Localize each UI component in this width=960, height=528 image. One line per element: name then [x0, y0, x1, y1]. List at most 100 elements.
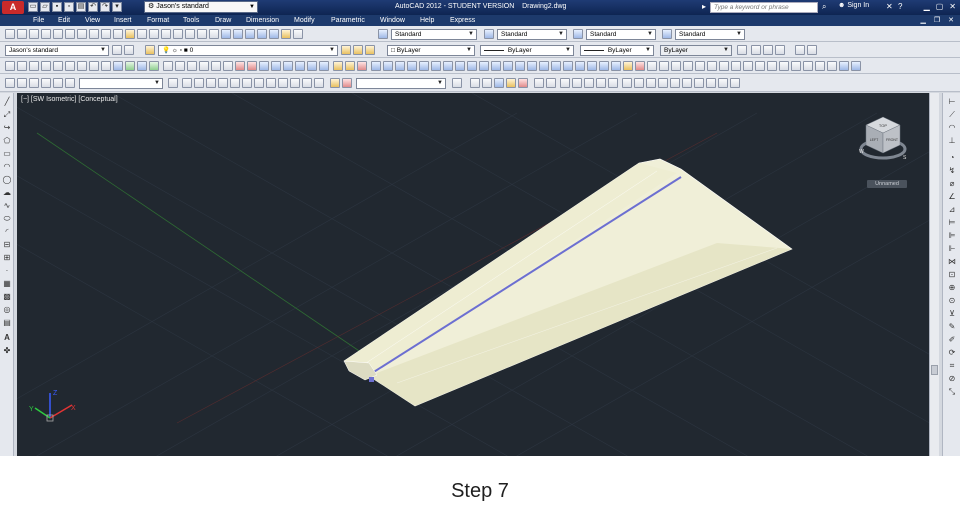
sign-in-button[interactable]: ☻ Sign In: [838, 2, 869, 9]
draw-polyline-icon[interactable]: ↪: [2, 123, 12, 133]
dim-ordinate-side-icon[interactable]: ⊥: [947, 136, 957, 146]
viewcube[interactable]: TOP LEFT FRONT W S: [859, 116, 907, 161]
hidden-icon[interactable]: [494, 78, 504, 88]
walk-icon[interactable]: [65, 78, 75, 88]
section-plane-icon[interactable]: [443, 61, 453, 71]
draw-polygon-icon[interactable]: ⬠: [2, 136, 12, 146]
dim-style-select[interactable]: Standard ▼: [497, 29, 567, 40]
dim-baseline-icon[interactable]: [755, 61, 765, 71]
publish-icon[interactable]: [65, 29, 75, 39]
workspace-select[interactable]: ⚙ Jason's standard ▼: [144, 1, 258, 13]
lock-ui-icon[interactable]: [737, 45, 747, 55]
inquiry-area-icon[interactable]: [546, 78, 556, 88]
3d-rotate-icon[interactable]: [383, 61, 393, 71]
make-object-layer-current-icon[interactable]: [341, 45, 351, 55]
open-icon[interactable]: ▱: [40, 2, 50, 12]
tool-palettes-icon[interactable]: [245, 29, 255, 39]
properties-icon[interactable]: [221, 29, 231, 39]
save-icon[interactable]: ▪: [52, 2, 62, 12]
ucs-x-icon[interactable]: [113, 61, 123, 71]
steeringwheel-icon[interactable]: [53, 78, 63, 88]
offset-faces-icon[interactable]: [575, 61, 585, 71]
dim-style-side-icon[interactable]: ⌗: [947, 361, 957, 371]
menu-insert[interactable]: Insert: [114, 17, 132, 24]
search-input[interactable]: Type a keyword or phrase: [710, 2, 818, 13]
loft-icon[interactable]: [319, 61, 329, 71]
redo-tool-icon[interactable]: [161, 29, 171, 39]
menu-edit[interactable]: Edit: [58, 17, 70, 24]
3d-array-icon[interactable]: [407, 61, 417, 71]
orbit-icon[interactable]: [29, 78, 39, 88]
draw-ellipse-icon[interactable]: ⬭: [2, 214, 12, 224]
named-views-icon[interactable]: [763, 45, 773, 55]
align-leader-icon[interactable]: [596, 78, 606, 88]
plotstyle-select[interactable]: ByLayer ▼: [660, 45, 732, 56]
dim-override-side-icon[interactable]: ⊘: [947, 374, 957, 384]
color-select[interactable]: □ ByLayer ▼: [387, 45, 475, 56]
layer-state-icon[interactable]: [365, 45, 375, 55]
ucs-view-icon[interactable]: [65, 61, 75, 71]
inspection-side-icon[interactable]: ⊙: [947, 296, 957, 306]
helix-icon[interactable]: [247, 61, 257, 71]
dim-linear-icon[interactable]: [647, 61, 657, 71]
draw-table-icon[interactable]: ▤: [2, 318, 12, 328]
mtext-icon[interactable]: A: [2, 333, 12, 343]
text-style-select[interactable]: Standard ▼: [391, 29, 477, 40]
light-icon[interactable]: [330, 78, 340, 88]
close-icon[interactable]: ✕: [949, 2, 956, 11]
front-view-icon[interactable]: [230, 78, 240, 88]
make-block-icon[interactable]: ⊞: [2, 253, 12, 263]
markup-icon[interactable]: [269, 29, 279, 39]
insert-block-icon[interactable]: ⊟: [2, 240, 12, 250]
draw-xline-icon[interactable]: ⤢: [2, 110, 12, 120]
slice-icon[interactable]: [419, 61, 429, 71]
dim-jogged-icon[interactable]: [707, 61, 717, 71]
cut-icon[interactable]: [89, 29, 99, 39]
scrollbar-thumb[interactable]: [931, 365, 938, 375]
pan-icon[interactable]: [173, 29, 183, 39]
3d-align-icon[interactable]: [395, 61, 405, 71]
viewport-controls-label[interactable]: [−] [SW Isometric] [Conceptual]: [21, 96, 118, 103]
remove-leader-icon[interactable]: [584, 78, 594, 88]
inquiry-distance-icon[interactable]: [534, 78, 544, 88]
sweep-icon[interactable]: [295, 61, 305, 71]
draw-rectangle-icon[interactable]: ▭: [2, 149, 12, 159]
new-icon[interactable]: ▭: [28, 2, 38, 12]
ucs-zaxis-icon[interactable]: [89, 61, 99, 71]
open-file-icon[interactable]: [17, 29, 27, 39]
dim-update-icon[interactable]: [851, 61, 861, 71]
drawing-viewport[interactable]: Z X Y TOP LEFT FRONT W S [−] [SW Isometr…: [17, 93, 929, 456]
box-icon[interactable]: [163, 61, 173, 71]
dim-ordinate-icon[interactable]: [683, 61, 693, 71]
dim-space-side-icon[interactable]: ⊩: [947, 244, 957, 254]
draw-arc-icon[interactable]: ◠: [2, 162, 12, 172]
dim-update-side-icon[interactable]: ⟳: [947, 348, 957, 358]
add-selected-icon[interactable]: ✤: [2, 346, 12, 356]
ucs-origin-icon[interactable]: [77, 61, 87, 71]
dim-continue-icon[interactable]: [767, 61, 777, 71]
nw-iso-icon[interactable]: [290, 78, 300, 88]
gradient-icon[interactable]: ▩: [2, 292, 12, 302]
dim-break-icon[interactable]: [791, 61, 801, 71]
menu-window[interactable]: Window: [380, 17, 405, 24]
ucs-previous-icon[interactable]: [29, 61, 39, 71]
dim-angular-icon[interactable]: [731, 61, 741, 71]
dim-radius-icon[interactable]: [695, 61, 705, 71]
camera-view-icon[interactable]: [302, 78, 312, 88]
thicken-icon[interactable]: [467, 61, 477, 71]
mleader-icon[interactable]: [560, 78, 570, 88]
render-icon[interactable]: [342, 78, 352, 88]
plot-icon[interactable]: ▤: [76, 2, 86, 12]
cylinder-icon[interactable]: [211, 61, 221, 71]
apply-ucs-icon[interactable]: [149, 61, 159, 71]
wing-model[interactable]: [343, 158, 793, 407]
flatshot-icon[interactable]: [455, 61, 465, 71]
imprint-icon[interactable]: [515, 61, 525, 71]
ucs-icon[interactable]: [5, 61, 15, 71]
cone-icon[interactable]: [187, 61, 197, 71]
sheet-set-icon[interactable]: [257, 29, 267, 39]
showmotion-icon[interactable]: [41, 78, 51, 88]
dim-baseline-side-icon[interactable]: ⊨: [947, 218, 957, 228]
quick-dim-side-icon[interactable]: ⊿: [947, 205, 957, 215]
pyramid-icon[interactable]: [235, 61, 245, 71]
